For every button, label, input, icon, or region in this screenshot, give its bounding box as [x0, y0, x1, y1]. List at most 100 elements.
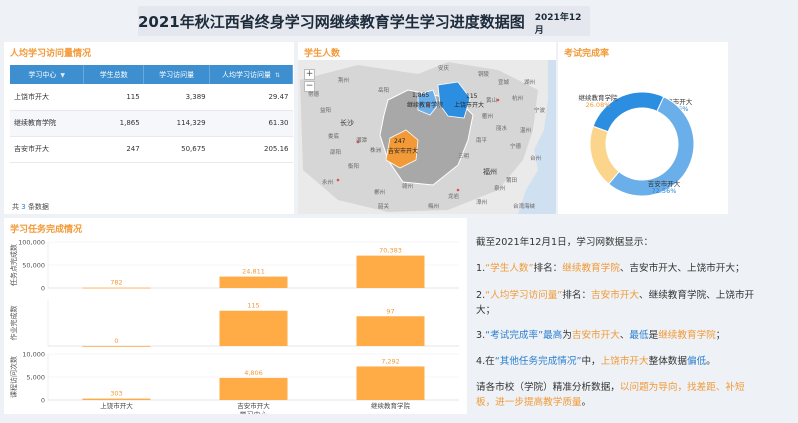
column-header-avg[interactable]: 人均学习访问量 ⇅: [209, 65, 293, 84]
summary-item-2: 2.“人均学习访问量”排名：吉安市开大、继续教育学院、上饶市开 大；: [476, 290, 755, 316]
panel-title: 考试完成率: [564, 49, 610, 59]
city-label: 泉州: [494, 186, 506, 192]
donut-slice[interactable]: [589, 125, 620, 185]
city-label: 衢州: [482, 114, 494, 120]
bar-value-label: 0: [114, 337, 118, 345]
column-header-students[interactable]: 学生总数: [83, 65, 145, 84]
panel-title: 人均学习访问量情况: [10, 49, 92, 59]
zoom-in-button[interactable]: +: [304, 69, 315, 80]
city-label: 郴州: [374, 190, 386, 196]
bar[interactable]: [82, 346, 151, 347]
slice-value-label: 26.08%: [586, 101, 611, 109]
city-label: 南平: [476, 138, 488, 144]
access-table-panel: 人均学习访问量情况 学习中心 ▼ 学生总数 学习访问量 人均学习访问量 ⇅ 上饶市开…: [4, 42, 294, 214]
city-label: 株洲: [370, 148, 382, 154]
city-label: 安庆: [438, 66, 450, 72]
page-date: 2021年12月: [534, 12, 582, 36]
summary-item-5: 请各市校（学院）精准分析数据，以问题为导向，找差距、补短 板，进一步提高教学质量。: [476, 382, 745, 408]
bar[interactable]: [82, 287, 151, 289]
summary-text-panel: 截至2021年12月1日，学习网数据显示： 1.“学生人数”排名：继续教育学院、…: [470, 218, 792, 414]
column-header-center[interactable]: 学习中心 ▼: [10, 65, 85, 84]
bar-value-label: 303: [110, 390, 122, 398]
exam-completion-panel: 考试完成率 上饶市开大35.26%吉安市开大72.56%继续教育学院26.08%: [558, 42, 728, 214]
map-label-name: 继续教育学院: [407, 102, 444, 109]
y-tick-label: 10,000: [22, 351, 45, 359]
bar[interactable]: [356, 366, 425, 400]
city-label: 益阳: [320, 108, 332, 114]
x-tick-label: 继续教育学院: [371, 401, 411, 410]
city-label: 岳阳: [378, 88, 390, 94]
sort-icon[interactable]: ⇅: [275, 72, 280, 79]
bar-value-label: 24,811: [242, 268, 265, 276]
city-label: 宁波: [534, 108, 546, 114]
y-tick-label: 100,000: [18, 239, 45, 247]
row-count: 3: [21, 203, 26, 211]
summary-item-3: 3.“考试完成率”最高为吉安市开大、最低是继续教育学院；: [476, 330, 726, 341]
city-label: 丽水: [496, 126, 508, 132]
map-label-name: 上饶市开大: [454, 102, 485, 109]
city-label: 衡阳: [348, 164, 360, 170]
bar[interactable]: [82, 398, 151, 400]
bar[interactable]: [219, 276, 288, 288]
city-label: 湖州: [524, 80, 536, 86]
city-label: 宁德: [510, 144, 522, 150]
city-label: 邵阳: [330, 150, 342, 156]
bar-value-label: 70,383: [379, 247, 402, 255]
y-tick-label: 50,000: [22, 262, 45, 270]
y-axis-label: 课程访问次数: [9, 356, 18, 398]
map-label-value: 1,865: [412, 92, 430, 99]
city-label: 荆州: [338, 78, 350, 84]
y-tick-label: 0: [41, 397, 45, 405]
bar[interactable]: [356, 255, 425, 288]
bar-value-label: 115: [247, 302, 259, 310]
map-label-value: 247: [394, 138, 406, 145]
x-tick-label: 上饶市开大: [100, 401, 133, 410]
city-label: 娄底: [328, 134, 340, 140]
page-title: 2021年秋江西省终身学习网继续教育学生学习进度数据图: [138, 12, 525, 31]
bar[interactable]: [356, 316, 425, 346]
header-bar: 2021年秋江西省终身学习网继续教育学生学习进度数据图 2021年12月: [138, 6, 590, 36]
y-tick-label: 5,000: [26, 374, 45, 382]
panel-title: 学生人数: [304, 49, 341, 59]
summary-item-4: 4.在“其他任务完成情况”中，上饶市开大整体数据偏低。: [476, 356, 716, 367]
table-row[interactable]: 继续教育学院 1,865 114,329 61.30: [10, 110, 293, 137]
city-label: 福州: [483, 168, 497, 176]
column-header-visits[interactable]: 学习访问量: [143, 65, 211, 84]
city-label: 韶关: [378, 204, 390, 210]
city-label: 黄山: [486, 98, 498, 104]
city-label: 梅州: [428, 204, 440, 210]
bar[interactable]: [219, 377, 288, 400]
city-label: 宣城: [498, 80, 510, 86]
y-tick-label: 0: [41, 285, 45, 293]
y-axis-label: 任务点完成数: [9, 244, 18, 286]
map-label-value: 115: [466, 93, 478, 100]
task-bar-chart: 100,000 50,000 0 任务点完成数 782 24,811 70,383 作业完成数…: [9, 239, 459, 414]
map-label-name: 吉安市开大: [388, 148, 419, 155]
city-label: 赣州: [402, 184, 414, 190]
table-row[interactable]: 上饶市开大 115 3,389 29.47: [10, 84, 293, 111]
student-map-panel: 学生人数 + − 1,865 继续教育学院 115 上饶市开大 247 吉安市开…: [298, 42, 556, 214]
summary-intro: 截至2021年12月1日，学习网数据显示：: [476, 237, 654, 248]
access-table: 学习中心 ▼ 学生总数 学习访问量 人均学习访问量 ⇅ 上饶市开大 115 3,38…: [10, 65, 293, 163]
city-label: 永州: [322, 180, 334, 186]
task-completion-panel: 学习任务完成情况 100,000 50,000 0 任务点完成数 782 24,811 70…: [4, 218, 467, 414]
x-tick-label: 吉安市开大: [237, 401, 270, 410]
city-label: 杭州: [512, 96, 524, 102]
city-label: 三明: [458, 154, 470, 160]
bar-value-label: 782: [110, 279, 122, 287]
dropdown-icon[interactable]: ▼: [60, 72, 65, 79]
table-row[interactable]: 吉安市开大 247 50,675 205.16: [10, 136, 293, 163]
bar[interactable]: [219, 310, 288, 346]
bar-value-label: 7,292: [381, 357, 400, 365]
donut-chart[interactable]: 上饶市开大35.26%吉安市开大72.56%继续教育学院26.08%: [558, 62, 728, 212]
bar-value-label: 4,806: [244, 369, 263, 377]
city-label: 铜陵: [478, 72, 490, 78]
city-label: 莆田: [506, 178, 518, 184]
city-label: 温州: [520, 128, 532, 134]
table-footer: 共 3 条数据: [12, 203, 49, 211]
city-label: 台州: [530, 156, 542, 162]
city-label: 漳州: [476, 200, 488, 206]
bar-value-label: 97: [386, 307, 394, 315]
summary-item-1: 1.“学生人数”排名：继续教育学院、吉安市开大、上饶市开大；: [476, 263, 745, 274]
city-label: 台湾海峡: [513, 204, 536, 210]
